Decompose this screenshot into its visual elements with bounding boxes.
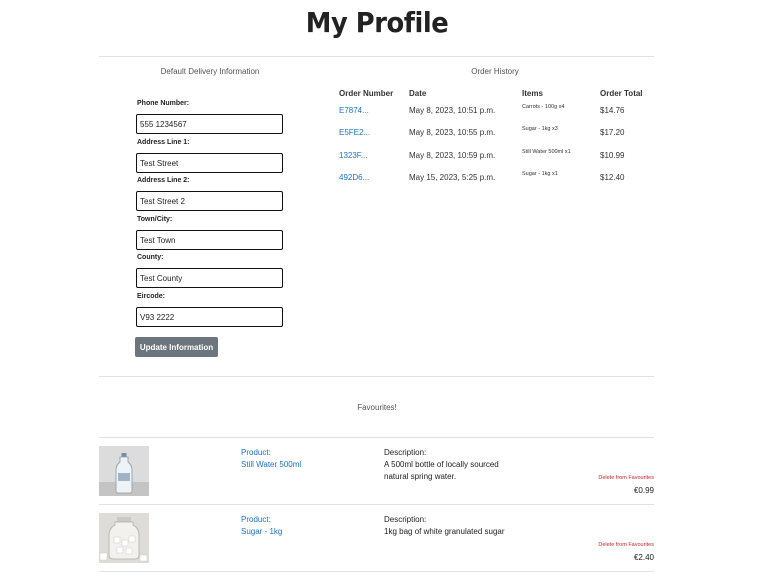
product-name-link[interactable]: Still Water 500ml: [241, 459, 301, 471]
order-date: May 8, 2023, 10:51 p.m.: [409, 106, 496, 115]
county-field[interactable]: [136, 268, 283, 288]
column-header-items: Items: [522, 89, 543, 98]
sugar-jar-image[interactable]: [99, 513, 149, 563]
county-label: County:: [137, 254, 164, 261]
phone-label: Phone Number:: [137, 100, 190, 107]
favourite-item: Product: Still Water 500ml Description: …: [99, 438, 654, 504]
product-name-link[interactable]: Sugar - 1kg: [241, 526, 282, 538]
product-description: 1kg bag of white granulated sugar: [384, 527, 505, 536]
order-history-heading: Order History: [471, 67, 519, 76]
address-line-1-field[interactable]: [136, 153, 283, 173]
order-items: Sugar - 1kg x1: [522, 171, 558, 177]
description-label: Description:: [384, 448, 427, 457]
phone-field[interactable]: [136, 114, 283, 134]
favourites-bottom-divider: [99, 571, 654, 572]
product-label: Product:: [241, 515, 271, 524]
water-bottle-image[interactable]: [99, 446, 149, 496]
column-header-order-number: Order Number: [339, 89, 394, 98]
order-total: $14.76: [600, 106, 625, 115]
address-line-1-label: Address Line 1:: [137, 139, 190, 146]
title-divider: [99, 56, 654, 57]
delete-from-favourites-link[interactable]: Delete from Favourites: [598, 542, 654, 548]
delivery-heading: Default Delivery Information: [160, 67, 260, 76]
order-items: Sugar - 1kg x3: [522, 126, 558, 132]
town-label: Town/City:: [137, 216, 173, 223]
product-label: Product:: [241, 448, 271, 457]
column-header-date: Date: [409, 89, 427, 98]
order-date: May 15, 2023, 5:25 p.m.: [409, 173, 496, 182]
order-number-link[interactable]: E7874...: [339, 106, 369, 115]
description-label: Description:: [384, 515, 427, 524]
favourites-heading: Favourites!: [357, 403, 397, 412]
product-description: A 500ml bottle of locally sourced natura…: [384, 460, 499, 481]
update-information-button[interactable]: Update Information: [135, 337, 218, 357]
address-line-2-label: Address Line 2:: [137, 177, 190, 184]
address-line-2-field[interactable]: [136, 191, 283, 211]
order-total: $10.99: [600, 151, 625, 160]
order-number-link[interactable]: E5FE2...: [339, 128, 370, 137]
order-total: $12.40: [600, 173, 625, 182]
column-header-order-total: Order Total: [600, 89, 643, 98]
product-price: €2.40: [633, 553, 654, 562]
order-number-link[interactable]: 1323F...: [339, 151, 367, 160]
order-number-link[interactable]: 492D6...: [339, 173, 369, 182]
favourite-item: Product: Sugar - 1kg Description: 1kg ba…: [99, 505, 654, 571]
delete-from-favourites-link[interactable]: Delete from Favourites: [598, 475, 654, 481]
profile-divider: [99, 376, 654, 377]
order-items: Still Water 500ml x1: [522, 149, 571, 155]
order-total: $17.20: [600, 128, 625, 137]
eircode-label: Eircode:: [137, 293, 166, 300]
page-title: My Profile: [305, 6, 449, 39]
product-price: €0.99: [633, 486, 654, 495]
order-date: May 8, 2023, 10:55 p.m.: [409, 128, 496, 137]
order-date: May 8, 2023, 10:59 p.m.: [409, 151, 496, 160]
order-items: Carrots - 100g x4: [522, 104, 565, 110]
town-field[interactable]: [136, 230, 283, 250]
eircode-field[interactable]: [136, 307, 283, 327]
